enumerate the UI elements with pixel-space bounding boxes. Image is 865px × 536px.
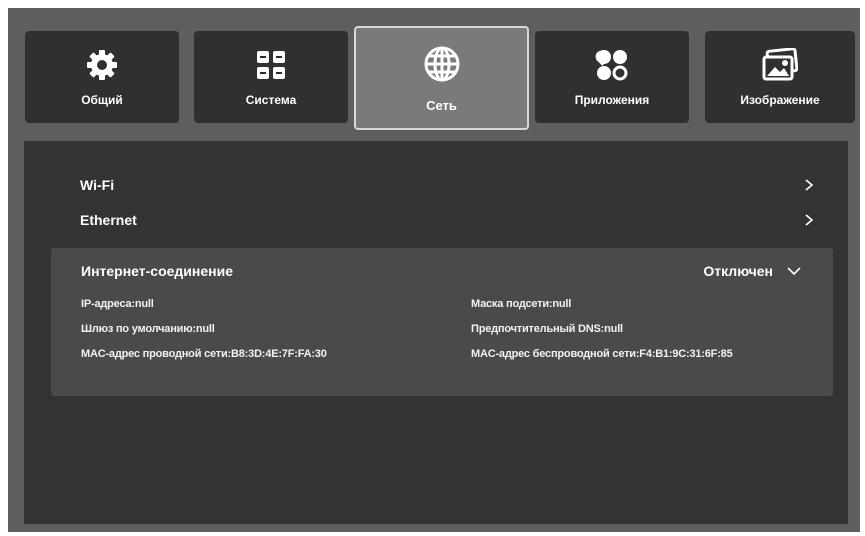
ip-address: IP-адреса:null	[81, 298, 154, 310]
chevron-right-icon	[802, 213, 816, 227]
tab-applications[interactable]: Приложения	[535, 31, 689, 123]
tab-label: Приложения	[574, 93, 650, 107]
wifi-label: Wi-Fi	[80, 177, 115, 193]
tab-general[interactable]: Общий	[25, 31, 179, 123]
tab-label: Система	[245, 93, 297, 107]
ethernet-label: Ethernet	[80, 212, 137, 228]
default-gateway: Шлюз по умолчанию:null	[81, 323, 215, 335]
apps-shapes-icon	[592, 45, 632, 85]
internet-connection-card: Интернет-соединение Отключен IP-адреса:n…	[51, 248, 833, 396]
mac-wireless: MAC-адрес беспроводной сети:F4:B1:9C:31:…	[471, 348, 733, 360]
settings-window: Общий Система Сеть Приложения Изображени…	[8, 8, 860, 532]
tab-label: Общий	[81, 93, 123, 107]
ethernet-row[interactable]: Ethernet	[80, 206, 816, 234]
tab-system[interactable]: Система	[194, 31, 348, 123]
globe-icon	[422, 44, 462, 84]
tab-label: Изображение	[740, 93, 820, 107]
internet-connection-header[interactable]: Интернет-соединение Отключен	[81, 260, 801, 282]
internet-connection-title: Интернет-соединение	[81, 263, 233, 279]
image-icon	[760, 45, 800, 85]
subnet-mask: Маска подсети:null	[471, 298, 572, 310]
wifi-row[interactable]: Wi-Fi	[80, 171, 816, 199]
mac-wired: MAC-адрес проводной сети:B8:3D:4E:7F:FA:…	[81, 348, 327, 360]
connection-status: Отключен	[703, 263, 773, 279]
chevron-down-icon	[787, 263, 801, 279]
apps-grid-icon	[251, 45, 291, 85]
network-panel: Wi-Fi Ethernet Интернет-соединение Отклю…	[24, 141, 848, 524]
gear-icon	[82, 45, 122, 85]
tab-label: Сеть	[426, 98, 457, 113]
preferred-dns: Предпочтительный DNS:null	[471, 323, 623, 335]
tab-image[interactable]: Изображение	[705, 31, 855, 123]
chevron-right-icon	[802, 178, 816, 192]
tab-network[interactable]: Сеть	[354, 26, 529, 130]
